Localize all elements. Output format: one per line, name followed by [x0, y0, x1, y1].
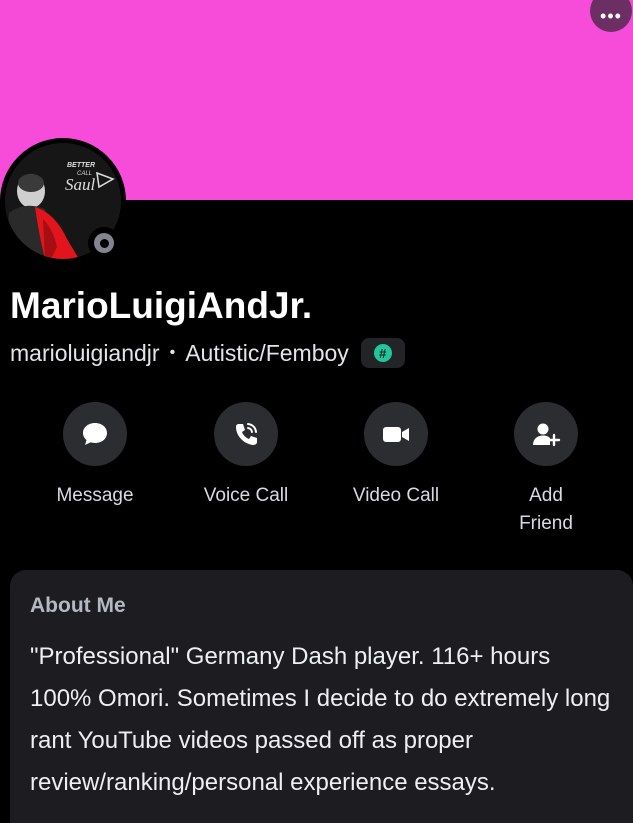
about-me-body: "Professional" Germany Dash player. 116+… — [30, 643, 611, 796]
add-friend-label-text: Add Friend — [519, 485, 573, 534]
video-call-button[interactable] — [364, 402, 428, 466]
message-button[interactable] — [63, 402, 127, 466]
pronouns: Autistic/Femboy — [185, 339, 349, 366]
video-call-label: Video Call — [352, 485, 440, 506]
message-label: Message — [56, 485, 134, 506]
video-camera-icon — [383, 427, 409, 442]
add-friend-action[interactable]: Add Friend — [471, 402, 621, 538]
voice-call-action[interactable]: Voice Call — [171, 402, 321, 510]
message-action[interactable]: Message — [20, 402, 170, 510]
add-friend-label: Add Friend — [519, 482, 573, 538]
status-indicator — [88, 227, 120, 259]
more-horizontal-icon: ••• — [600, 5, 622, 26]
offline-status-icon — [94, 233, 114, 253]
about-me-card: About Me "Professional" Germany Dash pla… — [10, 570, 633, 823]
svg-text:BETTER: BETTER — [67, 162, 95, 169]
profile-screen: ••• BETTER CALL Saul MarioLuigiAndJr. ma… — [0, 0, 633, 823]
profile-subline: marioluigiandjr • Autistic/Femboy # — [10, 338, 405, 368]
add-friend-icon — [533, 423, 561, 447]
separator-dot: • — [169, 344, 176, 361]
action-buttons: Message Voice Call Video Call Add Friend — [20, 402, 620, 542]
phone-call-icon — [236, 423, 257, 445]
hashtag-icon: # — [373, 344, 392, 362]
username: marioluigiandjr — [10, 339, 160, 366]
about-me-title: About Me — [30, 594, 126, 617]
voice-call-label: Voice Call — [203, 485, 289, 506]
server-tag-badge[interactable]: # — [360, 338, 405, 368]
voice-call-button[interactable] — [214, 402, 278, 466]
video-call-action[interactable]: Video Call — [321, 402, 471, 510]
svg-text:Saul: Saul — [65, 175, 96, 194]
add-friend-button[interactable] — [514, 402, 578, 466]
display-name: MarioLuigiAndJr. — [10, 285, 313, 326]
message-bubble-icon — [83, 423, 107, 445]
